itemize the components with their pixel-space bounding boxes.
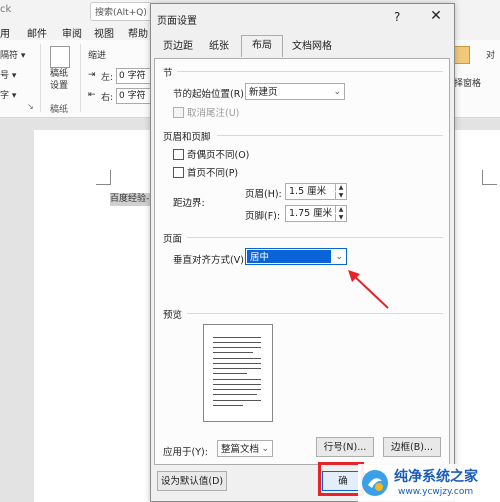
apply-to-label: 应用于(Y): — [163, 447, 208, 458]
spin-down-icon[interactable]: ▼ — [335, 192, 346, 199]
from-edge-label: 距边界: — [173, 198, 205, 209]
spin-down-icon[interactable]: ▼ — [335, 214, 346, 221]
search-placeholder: 搜索(Alt+Q) — [95, 8, 147, 18]
footer-distance-input[interactable]: 1.75 厘米 ▲ ▼ — [285, 205, 347, 222]
spin-up-icon[interactable]: ▲ — [335, 184, 346, 191]
search-box[interactable]: 搜索(Alt+Q) — [90, 2, 152, 21]
hyphenation-button[interactable]: 字 ▾ — [0, 88, 16, 101]
manuscript-icon — [50, 46, 70, 68]
suppress-endnotes-label: 取消尾注(U) — [187, 108, 240, 119]
vertical-alignment-select[interactable]: 居中 ⌄ — [245, 248, 347, 265]
tab-margins[interactable]: 页边距 — [159, 37, 197, 57]
indent-right-icon: ⇤ — [88, 90, 96, 100]
group-divider — [80, 44, 81, 112]
manuscript-settings-button[interactable]: 稿纸 设置 — [50, 68, 68, 92]
preview-line — [213, 337, 261, 338]
suppress-endnotes-checkbox[interactable] — [173, 107, 184, 118]
help-button[interactable]: ? — [394, 10, 400, 24]
header-distance-value: 1.5 厘米 — [289, 186, 327, 197]
header-distance-label: 页眉(H): — [245, 189, 282, 200]
watermark-logo-icon — [362, 470, 388, 496]
header-distance-input[interactable]: 1.5 厘米 ▲ ▼ — [285, 183, 347, 200]
ribbon-tab-review[interactable]: 审阅 — [62, 25, 82, 40]
apply-to-select[interactable]: 整篇文档 ⌄ — [217, 440, 273, 457]
first-page-label: 首页不同(P) — [187, 168, 239, 179]
section-start-select[interactable]: 新建页 ⌄ — [245, 83, 345, 100]
vertical-alignment-value: 居中 — [250, 252, 270, 263]
preview-line — [213, 384, 261, 385]
ribbon-tab-apply[interactable]: 用 — [0, 25, 10, 40]
preview-page-thumbnail — [203, 324, 273, 422]
ribbon-tab-mailings[interactable]: 邮件 — [27, 25, 47, 40]
selection-pane-button[interactable]: 择窗格 — [454, 76, 481, 89]
indent-left-label: 左: — [101, 73, 114, 83]
margin-corner-mark — [482, 170, 497, 185]
preview-line — [213, 368, 261, 369]
preview-line — [213, 379, 261, 380]
preview-line — [213, 373, 247, 374]
divider — [187, 237, 443, 238]
section-group-title: 节 — [163, 68, 173, 79]
chevron-down-icon: ⌄ — [333, 87, 341, 97]
selection-pane-icon — [454, 46, 470, 64]
red-annotation-arrow-icon — [348, 270, 389, 309]
preview-line — [213, 347, 261, 348]
breaks-button[interactable]: 隔符 ▾ — [0, 48, 25, 61]
page-group-title: 页面 — [163, 234, 183, 245]
odd-even-label: 奇偶页不同(O) — [187, 150, 250, 161]
section-start-value: 新建页 — [249, 87, 278, 98]
group-divider — [40, 44, 41, 112]
watermark-brand: 纯净系统之家 — [394, 469, 478, 485]
preview-line — [213, 342, 261, 343]
divider — [187, 313, 443, 314]
tab-layout[interactable]: 布局 — [241, 35, 283, 57]
align-button[interactable]: 对 — [486, 48, 495, 61]
vertical-alignment-label: 垂直对齐方式(V): — [173, 255, 248, 266]
close-button[interactable]: ✕ — [427, 8, 445, 24]
set-as-default-button[interactable]: 设为默认值(D) — [157, 471, 227, 491]
line-numbers-button[interactable]: 号 ▾ — [0, 68, 16, 81]
window-title: ck — [0, 4, 12, 15]
headers-footers-group-title: 页眉和页脚 — [163, 132, 211, 143]
page-setup-dialog: 页面设置 ? ✕ 页边距 纸张 布局 文档网格 节 节的起始位置(R): 新建页… — [150, 3, 455, 502]
divider — [177, 71, 443, 72]
footer-distance-value: 1.75 厘米 — [289, 208, 333, 219]
preview-line — [213, 405, 243, 406]
chevron-down-icon: ⌄ — [335, 252, 343, 262]
watermark: 纯净系统之家 www.ycwjzy.com — [358, 464, 500, 502]
preview-line — [213, 394, 257, 395]
preview-line — [213, 358, 261, 359]
ribbon-tab-help[interactable]: 帮助 — [128, 25, 148, 40]
indent-right-label: 右: — [101, 93, 114, 103]
preview-line — [213, 389, 261, 390]
apply-to-value: 整篇文档 — [221, 444, 260, 455]
page-setup-launcher-icon[interactable]: ↘ — [27, 102, 34, 111]
dialog-tabs: 页边距 纸张 布局 文档网格 — [155, 35, 451, 59]
chevron-down-icon: ⌄ — [261, 444, 269, 454]
borders-button[interactable]: 边框(B)... — [383, 437, 441, 457]
indent-left-icon: ⇥ — [88, 70, 96, 80]
indent-header: 缩进 — [88, 51, 107, 61]
odd-even-checkbox[interactable] — [173, 149, 184, 160]
section-start-label: 节的起始位置(R): — [173, 89, 248, 100]
indent-right-input[interactable]: 0 字符 — [116, 88, 154, 104]
spin-up-icon[interactable]: ▲ — [335, 206, 346, 213]
tab-document-grid[interactable]: 文档网格 — [287, 37, 337, 57]
manuscript-group-label: 稿纸 — [50, 105, 69, 115]
watermark-url: www.ycwjzy.com — [398, 487, 474, 497]
preview-line — [213, 352, 253, 353]
layout-tab-panel: 节 节的起始位置(R): 新建页 ⌄ 取消尾注(U) 页眉和页脚 奇偶页不同(O… — [154, 58, 450, 465]
footer-distance-label: 页脚(F): — [245, 211, 281, 222]
indent-left-input[interactable]: 0 字符 — [116, 68, 154, 84]
divider — [217, 135, 443, 136]
tab-paper[interactable]: 纸张 — [203, 37, 235, 57]
dialog-title: 页面设置 — [157, 16, 197, 27]
ribbon-tab-view[interactable]: 视图 — [94, 25, 114, 40]
line-numbers-button[interactable]: 行号(N)... — [316, 437, 374, 457]
preview-line — [213, 400, 261, 401]
preview-line — [213, 363, 261, 364]
preview-group-title: 预览 — [163, 310, 183, 321]
first-page-checkbox[interactable] — [173, 167, 184, 178]
margin-corner-mark — [96, 170, 111, 185]
